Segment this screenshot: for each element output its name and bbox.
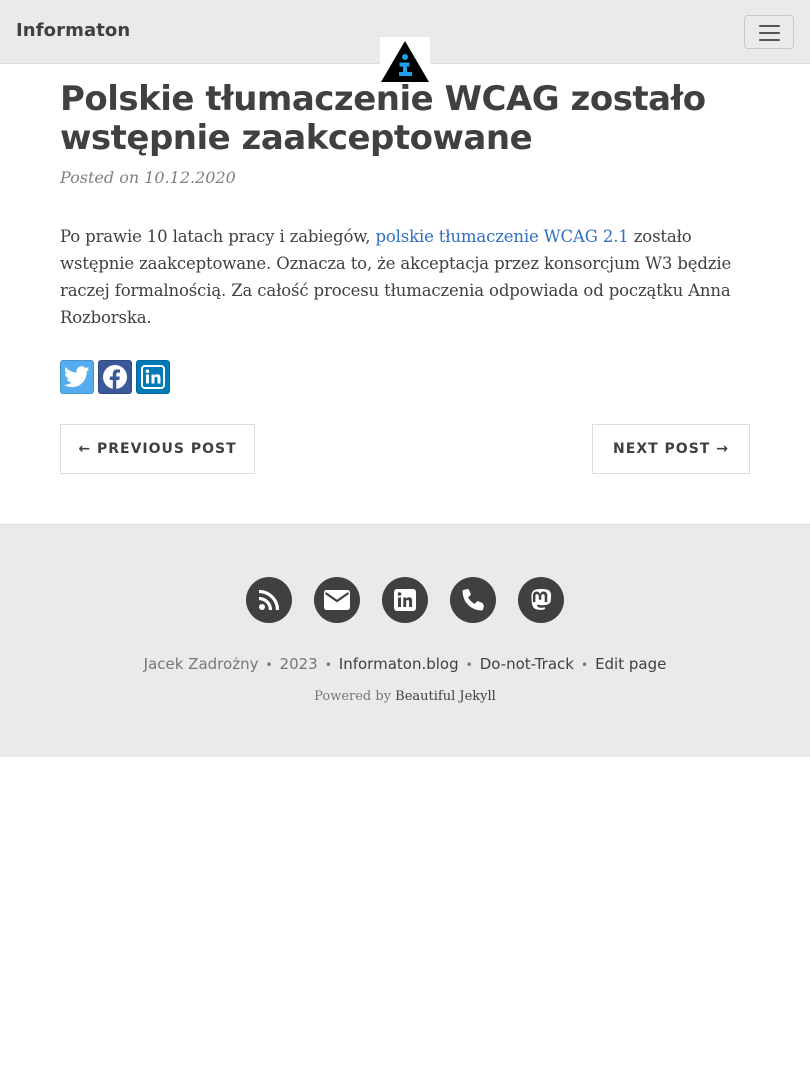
hamburger-icon-middle	[759, 32, 780, 34]
footer-rss-link[interactable]	[246, 577, 292, 623]
post-body-text-start: Po prawie 10 latach pracy i zabiegów,	[60, 227, 376, 246]
footer: Jacek Zadrożny • 2023 • Informaton.blog • Do-n…	[0, 524, 810, 757]
hamburger-icon	[759, 25, 780, 27]
share-twitter-button[interactable]	[60, 360, 94, 394]
facebook-icon	[103, 365, 127, 389]
beautiful-jekyll-link[interactable]: Beautiful Jekyll	[395, 689, 496, 704]
linkedin-icon	[141, 365, 165, 389]
previous-post-button[interactable]: ← Previous Post	[60, 424, 255, 474]
phone-icon	[462, 588, 484, 611]
separator-dot: •	[324, 658, 332, 672]
footer-edit-link[interactable]: Edit page	[595, 655, 666, 673]
separator-dot: •	[580, 658, 589, 672]
site-logo-icon[interactable]	[380, 37, 430, 84]
share-facebook-button[interactable]	[98, 360, 132, 394]
menu-toggle-button[interactable]	[744, 15, 794, 49]
footer-mastodon-link[interactable]	[518, 577, 564, 623]
footer-linkedin-link[interactable]	[382, 577, 428, 623]
envelope-icon	[324, 590, 350, 610]
rss-icon	[258, 589, 280, 611]
footer-dnt-link[interactable]: Do-not-Track	[480, 655, 574, 673]
brand-link[interactable]: Informaton	[16, 20, 130, 41]
next-post-button[interactable]: Next Post →	[592, 424, 750, 474]
footer-phone-link[interactable]	[450, 577, 496, 623]
footer-year: 2023	[279, 655, 318, 673]
post-body: Po prawie 10 latach pracy i zabiegów, po…	[60, 223, 760, 331]
hamburger-icon-bottom	[759, 39, 780, 41]
powered-by-text: Powered by	[314, 689, 396, 704]
separator-dot: •	[265, 658, 273, 672]
share-linkedin-button[interactable]	[136, 360, 170, 394]
separator-dot: •	[465, 658, 473, 672]
footer-copyright: Jacek Zadrożny • 2023 • Informaton.blog • Do-n…	[0, 655, 810, 673]
post-meta: Posted on 10.12.2020	[60, 168, 236, 187]
footer-site-link[interactable]: Informaton.blog	[339, 655, 459, 673]
twitter-icon	[64, 366, 90, 388]
post-title: Polskie tłumaczenie WCAG zostało wstępni…	[60, 79, 706, 158]
footer-email-link[interactable]	[314, 577, 360, 623]
footer-powered-by: Powered by Beautiful Jekyll	[0, 689, 810, 704]
mastodon-icon	[531, 589, 552, 610]
wcag-translation-link[interactable]: polskie tłumaczenie WCAG 2.1	[375, 227, 628, 246]
footer-author: Jacek Zadrożny	[143, 655, 259, 673]
linkedin-icon	[394, 589, 416, 611]
